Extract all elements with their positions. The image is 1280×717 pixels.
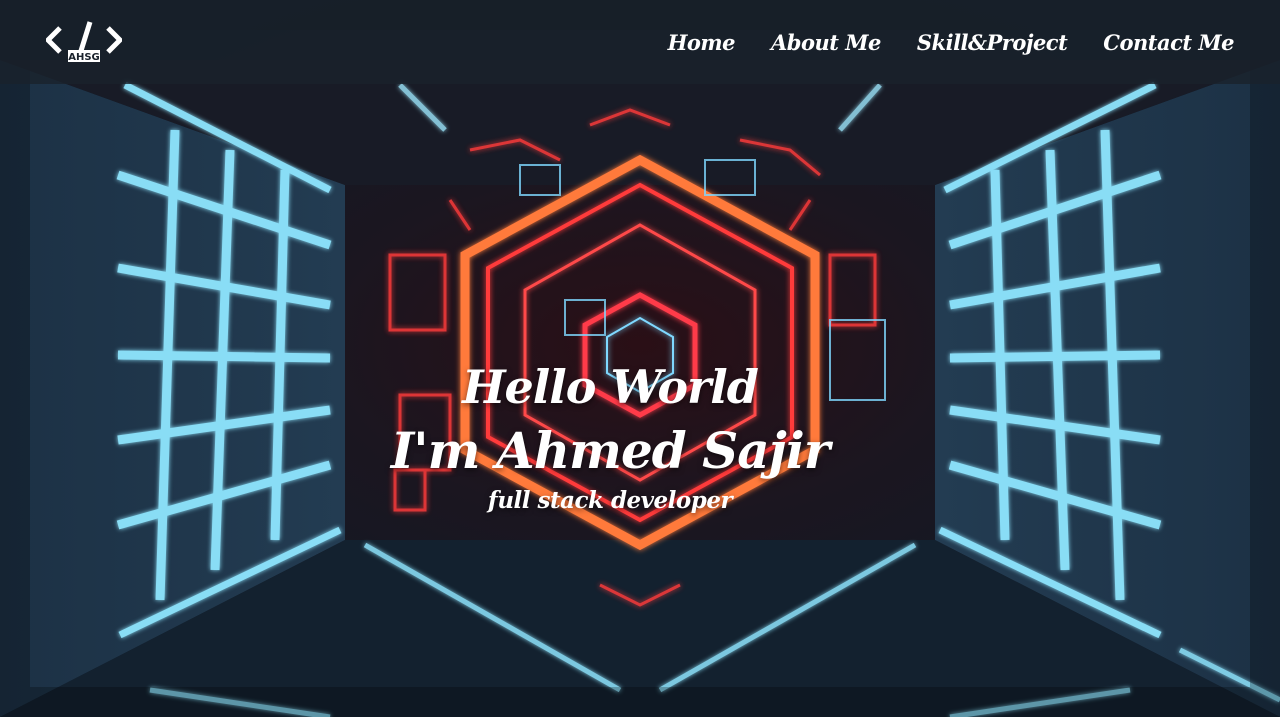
code-brackets-icon: AHSG	[46, 21, 122, 63]
nav-about-link[interactable]: About Me	[771, 30, 881, 55]
hero-role: full stack developer	[487, 487, 733, 514]
main-nav: Home About Me Skill&Project Contact Me	[668, 30, 1235, 55]
logo-text: AHSG	[68, 52, 100, 63]
site-logo[interactable]: AHSG	[46, 20, 122, 64]
nav-skills-projects-link[interactable]: Skill&Project	[917, 30, 1068, 55]
hero-greeting: Hello World	[462, 360, 759, 414]
navbar: AHSG Home About Me Skill&Project Contact…	[0, 0, 1280, 84]
nav-contact-link[interactable]: Contact Me	[1103, 30, 1234, 55]
hero-name: I'm Ahmed Sajir	[390, 421, 830, 480]
hero-intro: Hello World I'm Ahmed Sajir full stack d…	[0, 356, 1280, 518]
portfolio-page: AHSG Home About Me Skill&Project Contact…	[0, 0, 1280, 717]
nav-home-link[interactable]: Home	[668, 30, 736, 55]
